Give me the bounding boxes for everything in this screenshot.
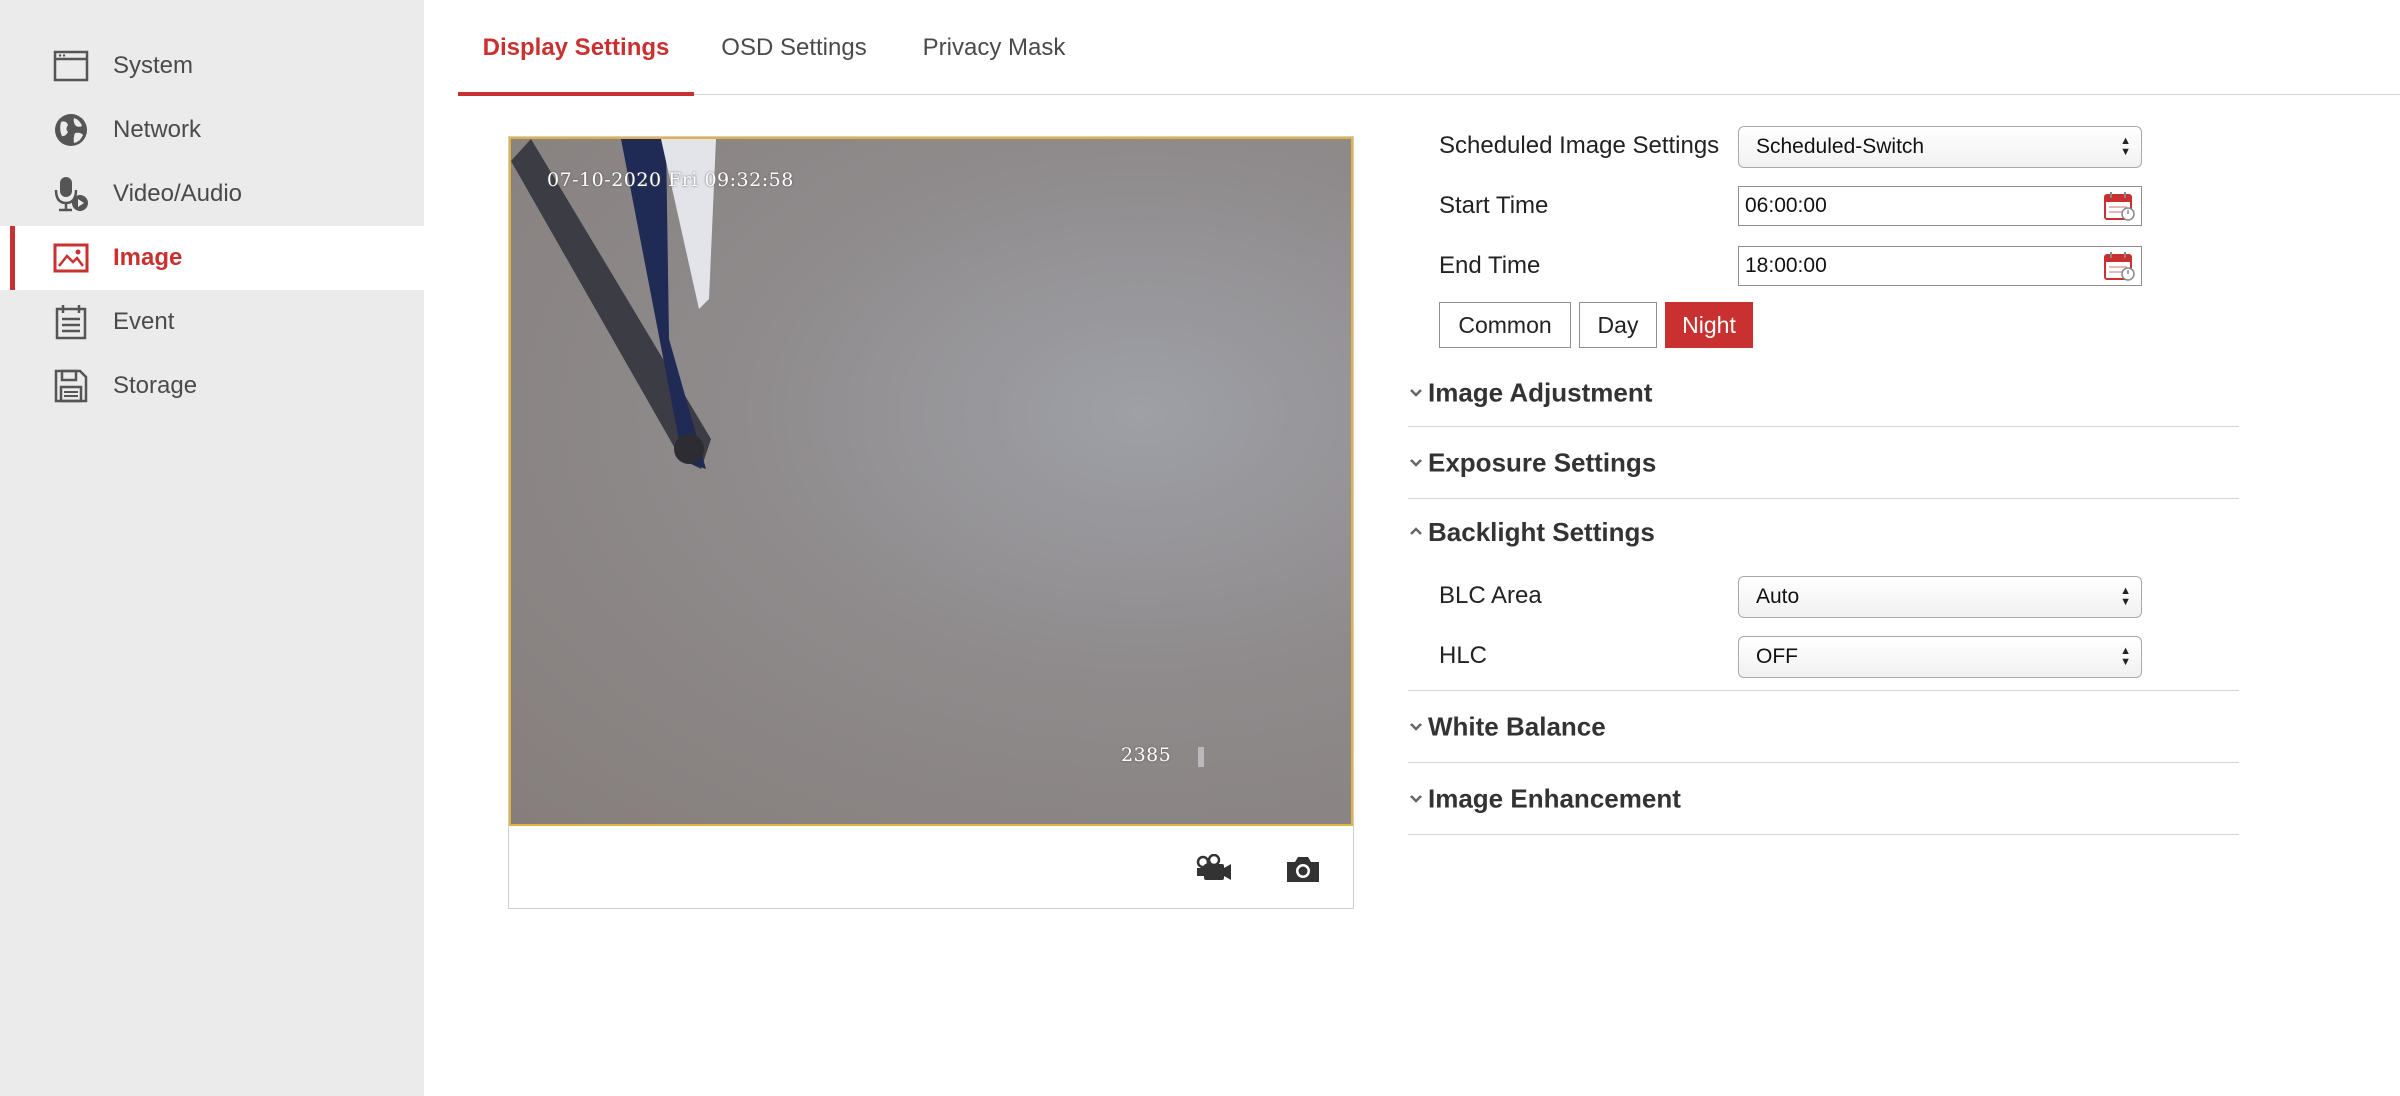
floppy-disk-icon <box>52 367 90 405</box>
globe-icon <box>52 111 90 149</box>
microphone-icon <box>52 175 90 213</box>
live-preview-panel: 07-10-2020 Fri 09:32:58 2385 <box>508 136 1354 909</box>
tab-privacy-mask[interactable]: Privacy Mask <box>894 0 1094 95</box>
section-title: Backlight Settings <box>1428 517 1655 547</box>
sidebar-item-label: Network <box>113 116 202 143</box>
calendar-icon <box>52 303 90 341</box>
sidebar-item-label: Image <box>113 244 183 271</box>
section-image-adjustment[interactable]: Image Adjustment <box>1408 360 2239 427</box>
calendar-picker-icon[interactable] <box>2103 191 2135 221</box>
sidebar-item-label: System <box>113 52 194 79</box>
record-button[interactable] <box>1194 852 1234 886</box>
scheduled-image-settings-label: Scheduled Image Settings <box>1439 132 1720 159</box>
chevron-down-icon <box>1410 458 1422 467</box>
select-arrows-icon: ▲ ▼ <box>2120 135 2131 158</box>
section-title: Image Adjustment <box>1428 377 1653 408</box>
video-overlay-number: 2385 <box>1121 744 1172 766</box>
start-time-value: 06:00:00 <box>1745 194 1827 217</box>
section-image-enhancement[interactable]: Image Enhancement <box>1408 763 2239 835</box>
select-value: OFF <box>1756 645 1798 668</box>
preview-toolbar <box>509 826 1353 908</box>
sidebar-item-network[interactable]: Network <box>0 98 424 162</box>
record-icon <box>1196 854 1231 880</box>
sidebar-item-video-audio[interactable]: Video/Audio <box>0 162 424 226</box>
image-icon <box>52 239 90 277</box>
video-timestamp: 07-10-2020 Fri 09:32:58 <box>547 169 794 191</box>
chevron-down-icon <box>1410 794 1422 803</box>
mode-label: Night <box>1682 311 1736 338</box>
mode-label: Common <box>1458 311 1552 338</box>
sidebar-item-image[interactable]: Image <box>0 226 424 290</box>
blc-area-select[interactable]: Auto ▲ ▼ <box>1738 576 2142 618</box>
start-time-label: Start Time <box>1439 192 1549 219</box>
sidebar-item-label: Event <box>113 308 175 335</box>
tab-osd-settings[interactable]: OSD Settings <box>694 0 894 95</box>
chevron-down-icon <box>1410 722 1422 731</box>
calendar-picker-icon[interactable] <box>2103 251 2135 281</box>
tab-label: OSD Settings <box>721 33 867 61</box>
select-value: Scheduled-Switch <box>1756 135 1925 158</box>
section-white-balance[interactable]: White Balance <box>1408 691 2239 763</box>
select-value: Auto <box>1756 585 1800 608</box>
camera-icon <box>1287 857 1319 882</box>
section-exposure-settings[interactable]: Exposure Settings <box>1408 427 2239 499</box>
section-title: Image Enhancement <box>1428 783 1681 813</box>
section-backlight-header[interactable]: Backlight Settings <box>1408 499 2239 563</box>
select-arrows-icon: ▲ ▼ <box>2120 645 2131 668</box>
tab-display-settings[interactable]: Display Settings <box>458 0 694 96</box>
sidebar-item-label: Video/Audio <box>113 180 242 207</box>
hlc-label: HLC <box>1439 642 1488 669</box>
tab-label: Privacy Mask <box>922 33 1066 61</box>
chevron-down-icon <box>1410 389 1422 397</box>
section-title: Exposure Settings <box>1428 447 1657 477</box>
blc-area-label: BLC Area <box>1439 582 1542 609</box>
mode-night-button[interactable]: Night <box>1665 302 1753 348</box>
sidebar: System Network Video/Audio Image Event S… <box>0 0 424 1096</box>
live-video[interactable]: 07-10-2020 Fri 09:32:58 2385 <box>509 137 1353 826</box>
hlc-select[interactable]: OFF ▲ ▼ <box>1738 636 2142 678</box>
camera-scene <box>511 139 1204 767</box>
end-time-value: 18:00:00 <box>1745 254 1827 277</box>
mode-label: Day <box>1597 311 1639 338</box>
section-title: White Balance <box>1428 711 1606 741</box>
mode-day-button[interactable]: Day <box>1579 302 1657 348</box>
sidebar-item-event[interactable]: Event <box>0 290 424 354</box>
chevron-up-icon <box>1410 527 1422 535</box>
select-arrows-icon: ▲ ▼ <box>2120 585 2131 608</box>
mode-common-button[interactable]: Common <box>1439 302 1571 348</box>
start-time-input[interactable]: 06:00:00 <box>1738 186 2142 226</box>
snapshot-button[interactable] <box>1283 852 1323 886</box>
end-time-input[interactable]: 18:00:00 <box>1738 246 2142 286</box>
sidebar-item-storage[interactable]: Storage <box>0 354 424 418</box>
tab-label: Display Settings <box>482 33 670 61</box>
end-time-label: End Time <box>1439 252 1541 279</box>
window-icon <box>52 47 90 85</box>
sidebar-item-label: Storage <box>113 372 198 399</box>
tab-bar: Display Settings OSD Settings Privacy Ma… <box>458 0 2400 96</box>
scheduled-image-settings-select[interactable]: Scheduled-Switch ▲ ▼ <box>1738 126 2142 168</box>
sidebar-item-system[interactable]: System <box>0 34 424 98</box>
